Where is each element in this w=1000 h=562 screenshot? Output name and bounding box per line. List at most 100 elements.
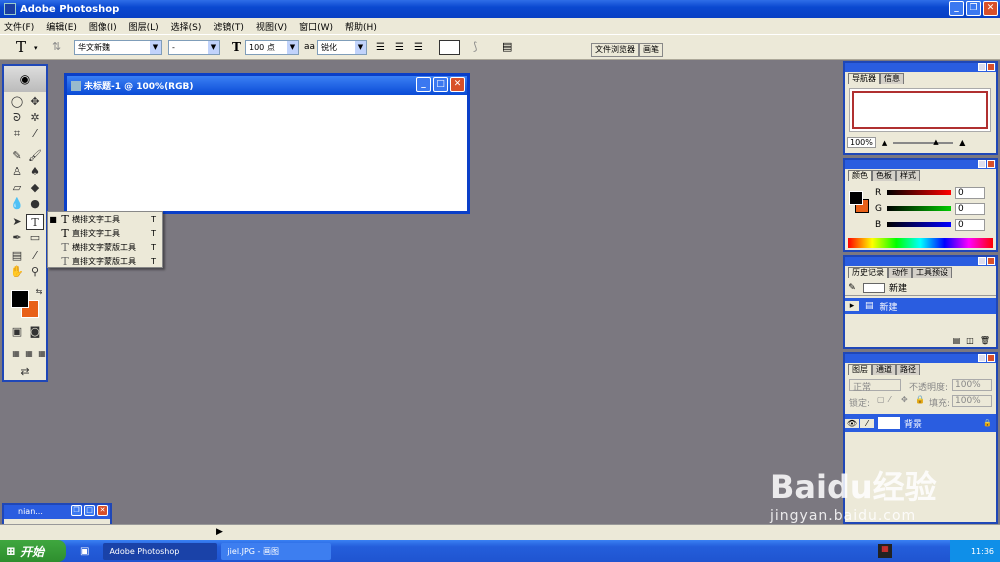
navigator-thumbnail[interactable]	[849, 88, 991, 132]
status-arrow-icon[interactable]: ▶	[216, 527, 223, 537]
flyout-item-horizontal-type[interactable]: ■ T 横排文字工具 T	[48, 212, 162, 226]
align-right-icon[interactable]: ☰	[414, 42, 423, 53]
tab-actions[interactable]: 动作	[888, 267, 912, 278]
lock-brush-icon[interactable]: ⁄	[889, 395, 890, 404]
tab-color[interactable]: 颜色	[848, 170, 872, 181]
move-tool-icon[interactable]: ✥	[26, 94, 44, 110]
paint-bucket-icon[interactable]: ◆	[26, 180, 44, 196]
text-color-swatch[interactable]	[439, 40, 460, 55]
antialias-select[interactable]: 锐化 ▼	[317, 40, 367, 55]
close-icon[interactable]	[987, 160, 995, 168]
adobe-online-icon[interactable]: ◉	[4, 66, 46, 92]
menu-image[interactable]: 图像(I)	[89, 20, 117, 33]
dodge-tool-icon[interactable]: ●	[26, 196, 44, 212]
warp-text-icon[interactable]: ⟆	[473, 40, 477, 53]
tab-history[interactable]: 历史记录	[848, 267, 888, 278]
standard-mode-icon[interactable]: ▣	[8, 324, 26, 340]
green-value[interactable]: 0	[955, 203, 985, 215]
flyout-item-horizontal-mask[interactable]: T 横排文字蒙版工具 T	[48, 240, 162, 254]
zoom-slider[interactable]: ▲	[893, 138, 954, 146]
opacity-field[interactable]: 100%	[952, 379, 992, 391]
new-document-from-state-icon[interactable]: ▤	[953, 336, 961, 345]
blend-mode-select[interactable]: 正常	[849, 379, 901, 393]
lasso-tool-icon[interactable]: ᘐ	[8, 110, 26, 126]
history-state[interactable]: ▸ ▤ 新建	[845, 298, 996, 314]
menu-layer[interactable]: 图层(L)	[129, 20, 159, 33]
type-tool-icon[interactable]: T	[26, 214, 44, 230]
close-icon[interactable]: ✕	[97, 505, 108, 516]
lock-all-icon[interactable]: 🔒	[915, 395, 925, 404]
panel-titlebar[interactable]	[845, 63, 996, 72]
minimize-icon[interactable]: _	[949, 1, 964, 16]
font-style-select[interactable]: - ▼	[168, 40, 220, 55]
hand-tool-icon[interactable]: ✋	[8, 264, 26, 280]
foreground-color-swatch[interactable]	[11, 290, 29, 308]
start-button[interactable]: ⊞ 开始	[0, 540, 66, 562]
eyedropper-icon[interactable]: ⁄	[26, 248, 44, 264]
eraser-tool-icon[interactable]: ▱	[8, 180, 26, 196]
tab-info[interactable]: 信息	[880, 73, 904, 84]
marquee-tool-icon[interactable]: ◯	[8, 94, 26, 110]
restore-icon[interactable]: ❐	[71, 505, 82, 516]
blue-slider[interactable]	[887, 222, 951, 227]
menu-view[interactable]: 视图(V)	[256, 20, 287, 33]
blue-value[interactable]: 0	[955, 219, 985, 231]
history-brush-icon[interactable]: ✎	[845, 283, 859, 293]
clock[interactable]: 11:36	[971, 547, 994, 556]
text-orientation-icon[interactable]: ⇅	[52, 40, 61, 53]
align-left-icon[interactable]: ☰	[376, 42, 385, 53]
zoom-value[interactable]: 100%	[847, 137, 876, 148]
ime-titlebar[interactable]: nian... ❐ □ ✕	[4, 505, 110, 519]
slice-tool-icon[interactable]: ⁄	[26, 126, 44, 142]
minimize-icon[interactable]	[978, 257, 986, 265]
magic-wand-icon[interactable]: ✲	[26, 110, 44, 126]
tab-swatches[interactable]: 色板	[872, 170, 896, 181]
close-icon[interactable]: ✕	[450, 77, 465, 92]
document-titlebar[interactable]: 未标题-1 @ 100%(RGB) _ □ ✕	[67, 76, 467, 95]
menu-edit[interactable]: 编辑(E)	[46, 20, 77, 33]
task-paint[interactable]: jiel.JPG - 画图	[221, 542, 332, 560]
quickmask-mode-icon[interactable]: ◙	[26, 324, 44, 340]
color-ramp[interactable]	[848, 238, 993, 248]
close-icon[interactable]	[987, 257, 995, 265]
minimize-icon[interactable]	[978, 160, 986, 168]
red-slider[interactable]	[887, 190, 951, 195]
close-icon[interactable]	[987, 63, 995, 71]
maximize-icon[interactable]: □	[433, 77, 448, 92]
layer-brush-icon[interactable]: ⁄	[860, 418, 874, 428]
font-size-select[interactable]: 100 点 ▼	[245, 40, 299, 55]
healing-brush-icon[interactable]: ✎	[8, 148, 26, 164]
history-snapshot[interactable]: ✎ 新建	[845, 280, 996, 296]
zoom-tool-icon[interactable]: ⚲	[26, 264, 44, 280]
type-tool-preset-icon[interactable]: T	[16, 38, 26, 56]
tab-channels[interactable]: 通道	[872, 364, 896, 375]
minimize-icon[interactable]: _	[416, 77, 431, 92]
panel-titlebar[interactable]	[845, 257, 996, 266]
green-slider[interactable]	[887, 206, 951, 211]
camera-icon[interactable]: ◫	[966, 336, 974, 345]
tab-tool-presets[interactable]: 工具预设	[912, 267, 952, 278]
quicklaunch-icon[interactable]: ▣	[80, 546, 89, 557]
flyout-item-vertical-type[interactable]: T 直排文字工具 T	[48, 226, 162, 240]
swap-colors-icon[interactable]: ⇆	[30, 284, 48, 300]
clone-stamp-icon[interactable]: ♙	[8, 164, 26, 180]
palettes-icon[interactable]: ▤	[502, 40, 512, 53]
menu-help[interactable]: 帮助(H)	[345, 20, 377, 33]
chevron-down-icon[interactable]: ▾	[34, 44, 38, 52]
path-select-icon[interactable]: ➤	[8, 214, 26, 230]
tab-navigator[interactable]: 导航器	[848, 73, 880, 84]
notes-tool-icon[interactable]: ▤	[8, 248, 26, 264]
font-family-select[interactable]: 华文新魏 ▼	[74, 40, 162, 55]
shape-tool-icon[interactable]: ▭	[26, 230, 44, 246]
close-icon[interactable]	[987, 354, 995, 362]
tab-file-browser[interactable]: 文件浏览器	[591, 43, 639, 57]
zoom-in-icon[interactable]: ▲	[959, 138, 965, 147]
tab-brushes[interactable]: 画笔	[639, 43, 663, 57]
align-center-icon[interactable]: ☰	[395, 42, 404, 53]
tray-app-icon[interactable]: ▦	[878, 544, 892, 558]
lock-move-icon[interactable]: ✥	[901, 395, 908, 404]
visibility-eye-icon[interactable]: 👁	[845, 418, 859, 428]
maximize-icon[interactable]: □	[84, 505, 95, 516]
layer-row-background[interactable]: 👁 ⁄ 背景 🔒	[845, 414, 996, 432]
tab-paths[interactable]: 路径	[896, 364, 920, 375]
